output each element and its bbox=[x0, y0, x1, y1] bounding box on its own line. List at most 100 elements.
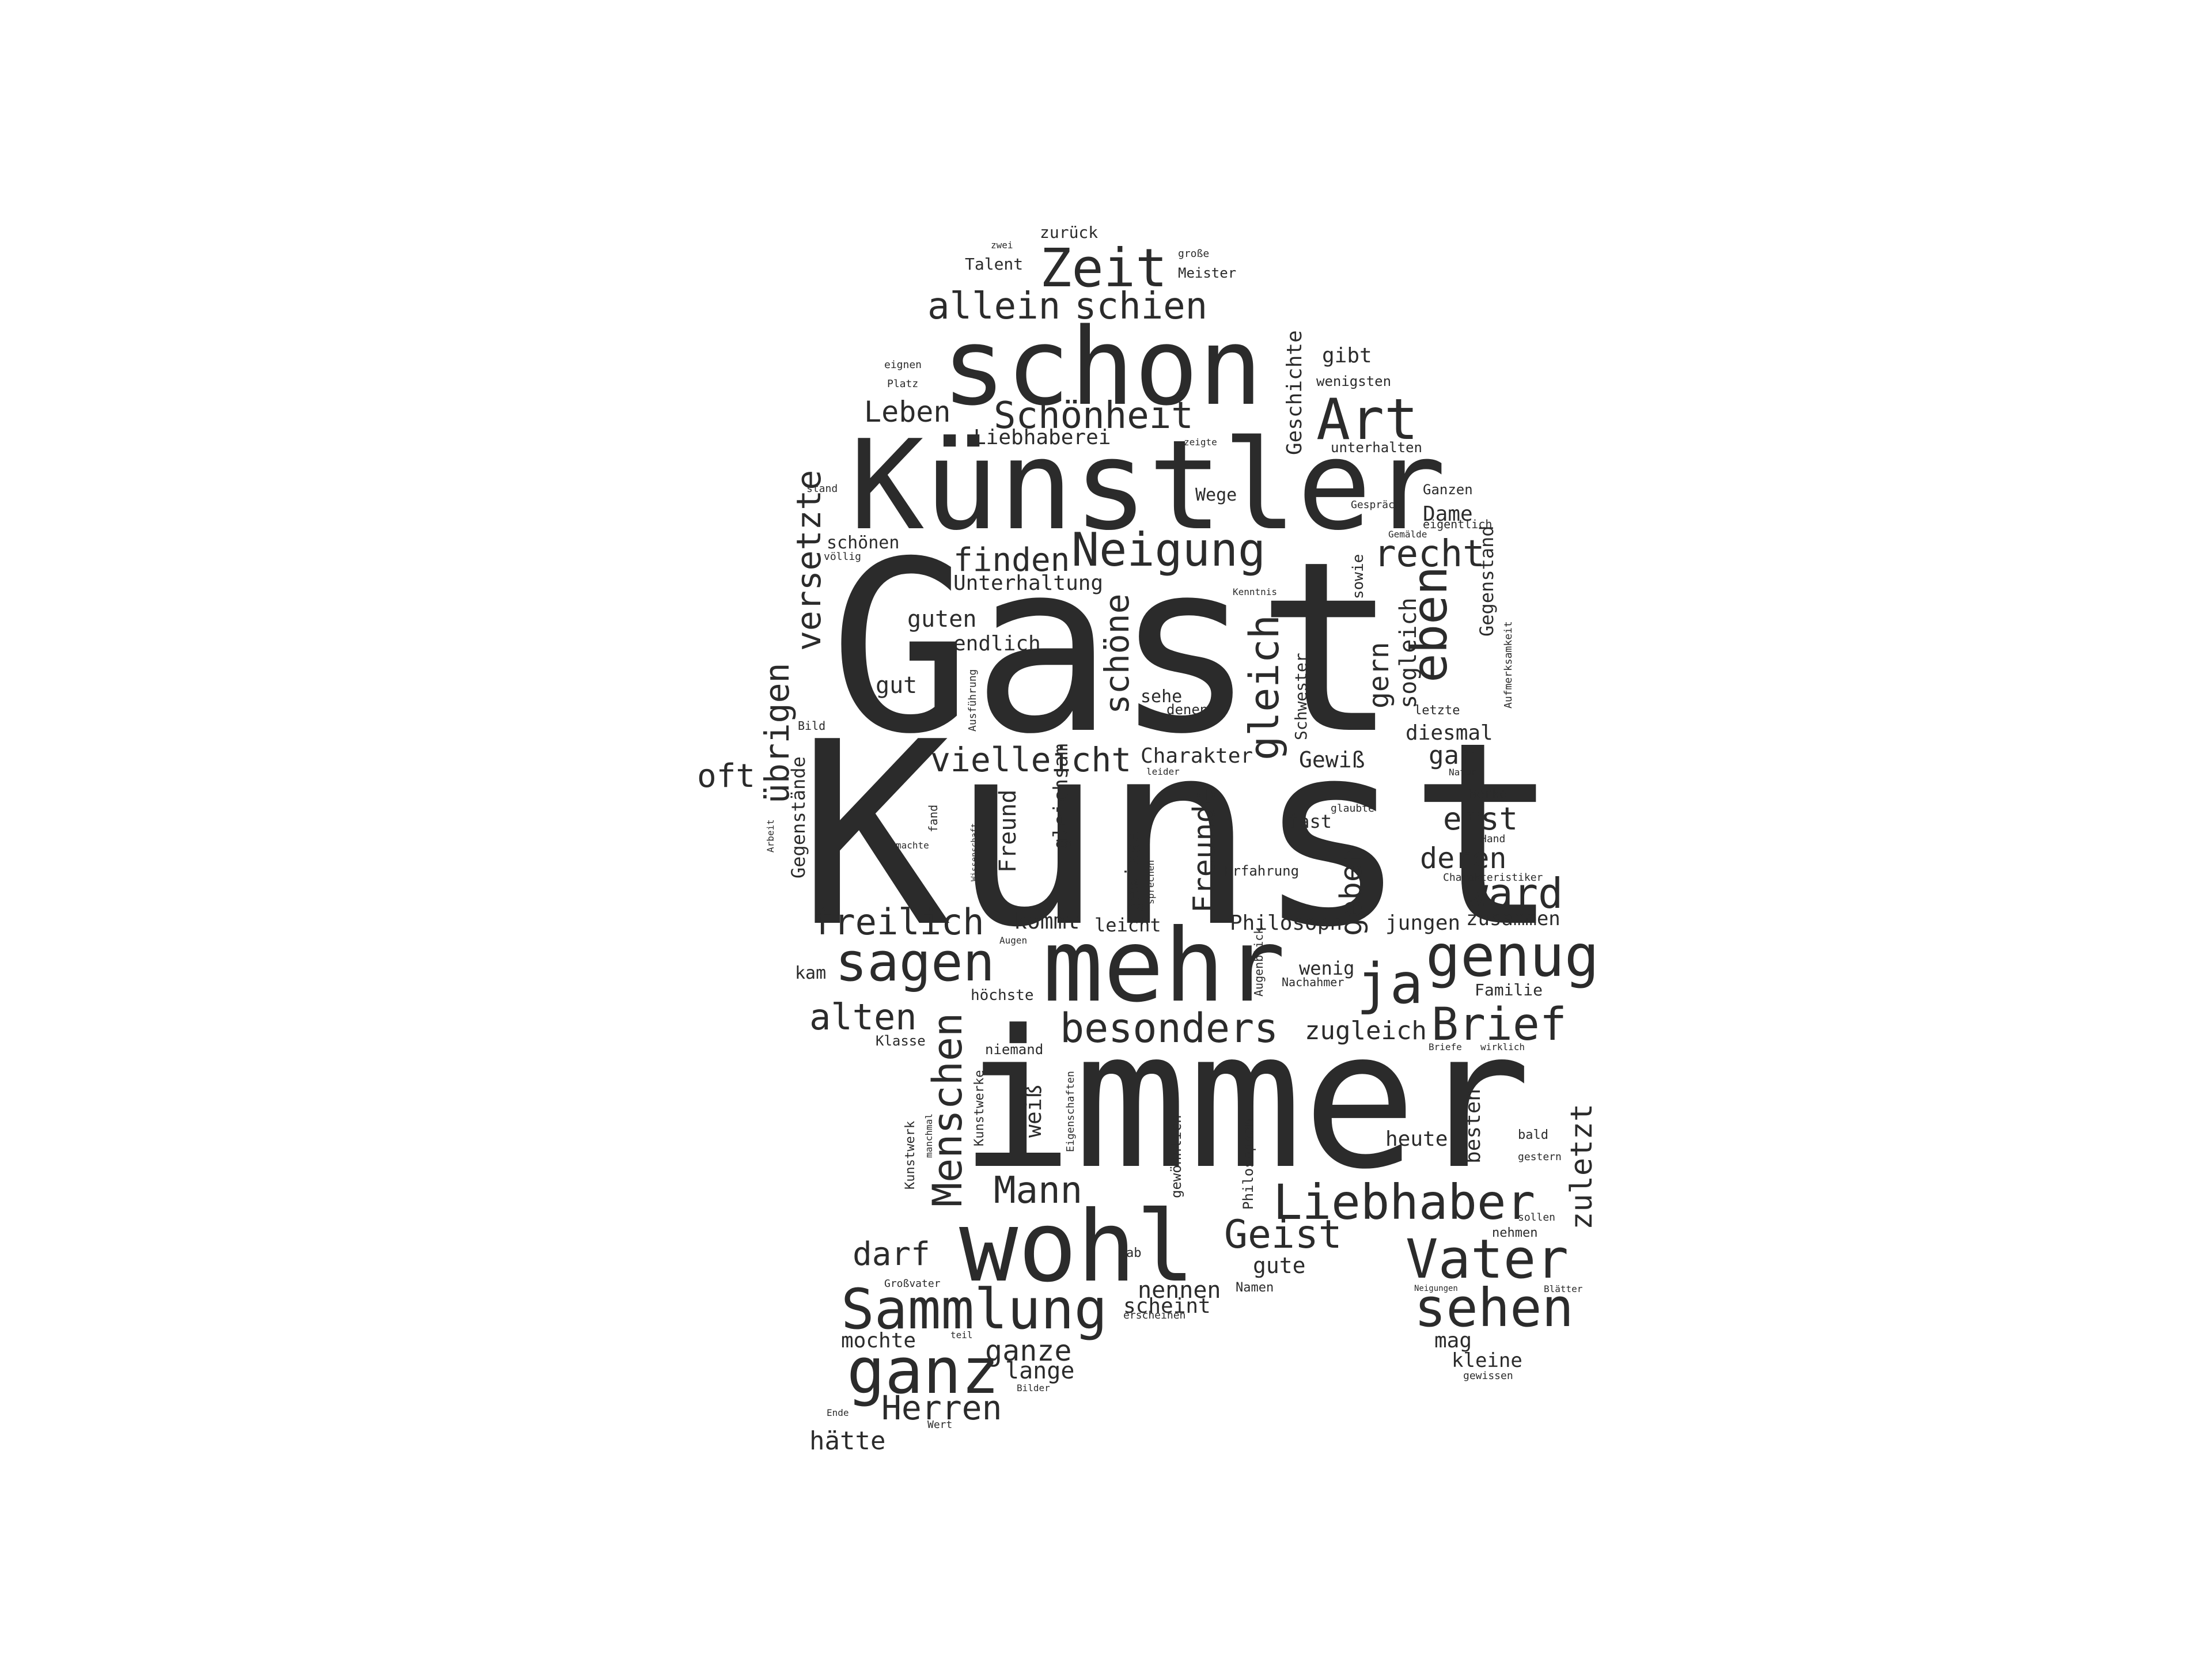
word-deren: deren bbox=[1420, 842, 1507, 875]
word-denen: denen bbox=[1166, 702, 1209, 718]
word-manchmal: manchmal bbox=[923, 1113, 934, 1158]
word-gar: gar bbox=[1429, 741, 1475, 770]
word-gegenstaende: Gegenstände bbox=[787, 756, 809, 878]
word-kunstwerke: Kunstwerke bbox=[972, 1070, 987, 1146]
word-niemand: niemand bbox=[985, 1041, 1044, 1058]
word-meister: Meister bbox=[1178, 265, 1237, 281]
word-eigentlich: eigentlich bbox=[1423, 517, 1493, 531]
word-unterhaltung: Unterhaltung bbox=[953, 571, 1104, 595]
word-guten: guten bbox=[907, 606, 977, 632]
word-liebhaberei: Liebhaberei bbox=[974, 426, 1111, 449]
word-erscheinen: erscheinen bbox=[1123, 1309, 1186, 1321]
word-ende: Ende bbox=[827, 1407, 849, 1418]
word-versetzte: versetzte bbox=[789, 469, 828, 651]
word-gern: gern bbox=[1363, 642, 1395, 709]
word-zuletzt: zuletzt bbox=[1565, 1103, 1599, 1230]
word-hoechste: höchste bbox=[971, 987, 1034, 1004]
word-zurueck: zurück bbox=[1040, 223, 1099, 242]
word-glaubte: glaubte bbox=[1331, 802, 1374, 815]
word-freunde: Freunde bbox=[1187, 786, 1222, 913]
word-familie: Familie bbox=[1475, 980, 1543, 999]
word-charakter: Charakter bbox=[1141, 744, 1253, 768]
word-cloud: Kunst Gast immer Künstler schon mehr woh… bbox=[0, 0, 2212, 1659]
word-menschen: Menschen bbox=[924, 1012, 971, 1207]
word-stand: stand bbox=[806, 483, 838, 495]
word-machte: machte bbox=[896, 840, 929, 851]
word-unterhalten: unterhalten bbox=[1331, 440, 1422, 456]
word-wege: Wege bbox=[1195, 485, 1237, 505]
word-schien: schien bbox=[1074, 285, 1208, 328]
word-sollen: sollen bbox=[1518, 1211, 1556, 1224]
word-ganzen: Ganzen bbox=[1423, 482, 1473, 498]
word-gut: gut bbox=[876, 672, 918, 699]
word-augen: Augen bbox=[999, 935, 1028, 946]
word-leider: leider bbox=[1146, 766, 1180, 777]
word-geist: Geist bbox=[1224, 1212, 1342, 1257]
word-gibt: gibt bbox=[1322, 344, 1372, 368]
word-gewisse: gewisse bbox=[1122, 830, 1145, 913]
word-philosoph: Philosoph bbox=[1230, 911, 1343, 935]
word-namen: Namen bbox=[1236, 1281, 1274, 1295]
word-nehmen: nehmen bbox=[1492, 1226, 1538, 1240]
word-charakteristiker: Charakteristiker bbox=[1443, 872, 1543, 884]
word-diesmal: diesmal bbox=[1406, 721, 1493, 745]
word-oft: oft bbox=[697, 757, 756, 795]
word-besten: besten bbox=[1461, 1088, 1485, 1164]
word-klasse: Klasse bbox=[876, 1033, 926, 1049]
word-neigungen: Neigungen bbox=[1414, 1284, 1458, 1293]
word-eigenschaften: Eigenschaften bbox=[1065, 1071, 1077, 1152]
word-schoenen: schönen bbox=[827, 533, 900, 553]
word-lange: lange bbox=[1005, 1358, 1075, 1384]
word-gleich: gleich bbox=[1241, 615, 1288, 760]
word-kam: kam bbox=[795, 963, 827, 983]
word-augenblick: Augenblick bbox=[1252, 927, 1266, 997]
word-letzte: letzte bbox=[1414, 703, 1460, 718]
word-wenigsten: wenigsten bbox=[1316, 373, 1392, 389]
word-mag: mag bbox=[1434, 1329, 1472, 1353]
word-arbeit: Arbeit bbox=[765, 819, 776, 853]
word-ja: ja bbox=[1357, 952, 1423, 1016]
word-talent: Talent bbox=[965, 255, 1024, 274]
word-zugleich: zugleich bbox=[1305, 1016, 1427, 1046]
word-gespraech: Gespräch bbox=[1351, 499, 1401, 511]
word-ab: ab bbox=[1126, 1246, 1142, 1260]
word-haette: hätte bbox=[809, 1426, 886, 1456]
word-mann: Mann bbox=[994, 1169, 1083, 1212]
word-eignen: eignen bbox=[884, 359, 922, 371]
word-philosophen: Philosophen bbox=[1240, 1118, 1256, 1210]
word-zeigte: zeigte bbox=[1184, 437, 1217, 448]
word-weiss: weiß bbox=[1021, 1085, 1046, 1138]
word-mochte: mochte bbox=[841, 1329, 916, 1353]
word-hand: Hand bbox=[1480, 833, 1506, 845]
word-heute: heute bbox=[1385, 1127, 1448, 1151]
word-gestern: gestern bbox=[1518, 1151, 1562, 1163]
word-besonders: besonders bbox=[1060, 1005, 1279, 1052]
word-schwester: Schwester bbox=[1291, 653, 1310, 740]
word-sogleich: sogleich bbox=[1395, 597, 1422, 709]
word-briefe: Briefe bbox=[1429, 1041, 1462, 1052]
word-wissenschaft: Wissenschaft bbox=[970, 823, 979, 881]
word-wert: Wert bbox=[927, 1419, 953, 1431]
word-alten: alten bbox=[809, 996, 917, 1038]
word-teil: teil bbox=[950, 1330, 973, 1340]
word-gewissen: gewissen bbox=[1463, 1370, 1513, 1382]
word-grossvater: Großvater bbox=[884, 1278, 941, 1290]
word-zwei: zwei bbox=[991, 240, 1013, 251]
word-genug: genug bbox=[1426, 922, 1600, 990]
word-sprechen: sprechen bbox=[1145, 859, 1156, 904]
word-gewoehnlich: gewöhnlich bbox=[1168, 1115, 1184, 1199]
word-gleichsam: gleichsam bbox=[1050, 743, 1073, 850]
word-leicht: leicht bbox=[1094, 914, 1161, 936]
word-erst: erst bbox=[1443, 801, 1518, 837]
word-platz: Platz bbox=[887, 378, 919, 390]
word-bilder: Bilder bbox=[1017, 1382, 1050, 1393]
word-darf: darf bbox=[853, 1236, 930, 1273]
word-sowie: sowie bbox=[1350, 554, 1367, 599]
word-kunstwerk: Kunstwerk bbox=[903, 1120, 918, 1190]
word-natur: Natur bbox=[1449, 767, 1477, 778]
word-sagen: sagen bbox=[835, 931, 995, 993]
word-kleine: kleine bbox=[1452, 1349, 1522, 1372]
word-kenntnis: Kenntnis bbox=[1233, 586, 1278, 597]
word-schoene: schöne bbox=[1097, 593, 1137, 714]
word-endlich: endlich bbox=[953, 632, 1041, 656]
